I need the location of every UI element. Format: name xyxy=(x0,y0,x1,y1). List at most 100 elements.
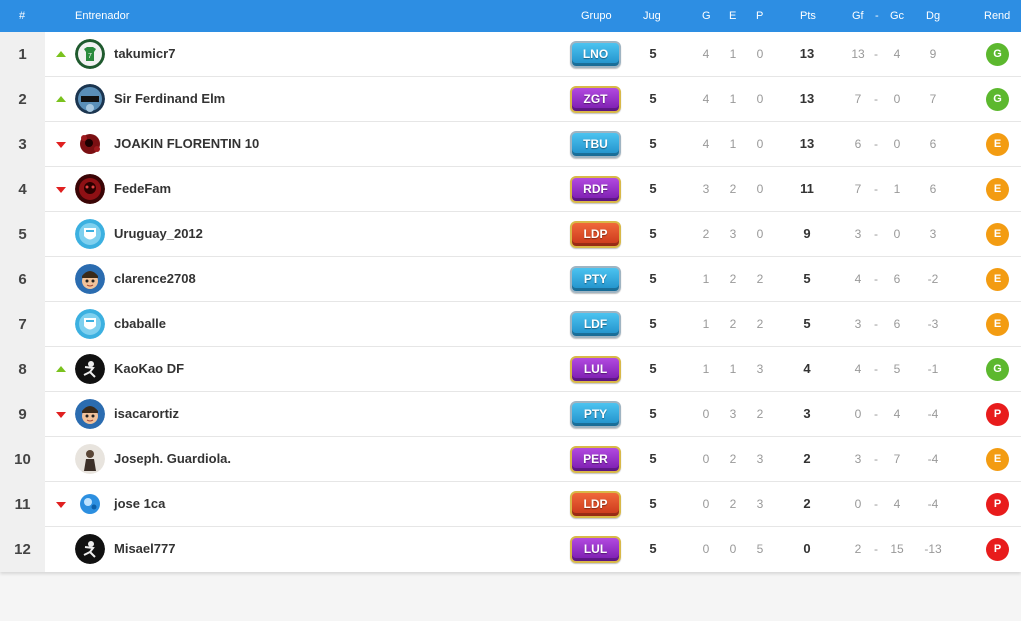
form-badge: G xyxy=(986,43,1009,66)
coach-name-link[interactable]: KaoKao DF xyxy=(114,361,184,376)
drawn-cell: 1 xyxy=(729,47,737,61)
points-cell: 2 xyxy=(803,451,811,466)
won-cell: 1 xyxy=(702,317,710,331)
played-cell: 5 xyxy=(649,181,657,196)
bw-figure-avatar-icon[interactable] xyxy=(75,354,105,384)
coach-name-link[interactable]: clarence2708 xyxy=(114,271,196,286)
header-won: G xyxy=(702,10,711,22)
group-badge[interactable]: LDP xyxy=(570,221,621,248)
points-cell: 9 xyxy=(803,226,811,241)
header-coach: Entrenador xyxy=(75,10,130,22)
form-badge: P xyxy=(986,493,1009,516)
table-body: 1 7 takumicr7 LNO 5 4 1 0 13 13-4 9 G 2 Sir Ferdinand… xyxy=(0,32,1021,572)
blue-swirl-avatar-icon[interactable] xyxy=(75,489,105,519)
coach-name-link[interactable]: FedeFam xyxy=(114,181,171,196)
goals-separator: - xyxy=(874,182,878,196)
table-row[interactable]: 1 7 takumicr7 LNO 5 4 1 0 13 13-4 9 G xyxy=(0,32,1021,77)
position-cell: 9 xyxy=(0,392,45,437)
goals-against-cell: 0 xyxy=(893,92,901,106)
coach-name-link[interactable]: JOAKIN FLORENTIN 10 xyxy=(114,136,259,151)
goal-diff-cell: -4 xyxy=(927,407,939,421)
table-row[interactable]: 4 FedeFam RDF 5 3 2 0 11 7- 1 6 E xyxy=(0,167,1021,212)
table-row[interactable]: 8 KaoKao DF LUL 5 1 1 3 4 4-5 -1 G xyxy=(0,347,1021,392)
bw-figure-avatar-icon[interactable] xyxy=(75,534,105,564)
position-cell: 3 xyxy=(0,122,45,167)
table-row[interactable]: 2 Sir Ferdinand Elm ZGT 5 4 1 0 13 7-0 7 G xyxy=(0,77,1021,122)
group-badge[interactable]: RDF xyxy=(570,176,621,203)
coach-name-link[interactable]: Joseph. Guardiola. xyxy=(114,451,231,466)
goals-for-cell: 3 xyxy=(854,317,862,331)
group-badge[interactable]: LNO xyxy=(570,41,621,68)
header-form: Rend xyxy=(984,10,1011,22)
group-badge[interactable]: ZGT xyxy=(570,86,621,113)
goals-for-cell: 3 xyxy=(854,452,862,466)
goals-separator: - xyxy=(874,92,878,106)
sky-crest-avatar-icon[interactable] xyxy=(75,219,105,249)
position-cell: 10 xyxy=(0,437,45,482)
form-badge: E xyxy=(986,448,1009,471)
goal-diff-cell: -2 xyxy=(927,272,939,286)
goals-separator: - xyxy=(874,272,878,286)
green-shirt-avatar-icon[interactable]: 7 xyxy=(75,39,105,69)
drawn-cell: 1 xyxy=(729,362,737,376)
coach-name-link[interactable]: Sir Ferdinand Elm xyxy=(114,91,225,106)
won-cell: 0 xyxy=(702,407,710,421)
table-row[interactable]: 5 Uruguay_2012 LDP 5 2 3 0 9 3-0 3 E xyxy=(0,212,1021,257)
goals-against-cell: 7 xyxy=(893,452,901,466)
goals-for-cell: 3 xyxy=(854,227,862,241)
form-badge: E xyxy=(986,268,1009,291)
form-badge: G xyxy=(986,358,1009,381)
played-cell: 5 xyxy=(649,406,657,421)
goal-diff-cell: -1 xyxy=(927,362,939,376)
group-badge[interactable]: PTY xyxy=(570,401,621,428)
sky-crest-avatar-icon[interactable] xyxy=(75,309,105,339)
table-row[interactable]: 9 isacarortiz PTY 5 0 3 2 3 0-4 -4 P xyxy=(0,392,1021,437)
coach-name-link[interactable]: takumicr7 xyxy=(114,46,175,61)
red-dark-avatar-icon[interactable] xyxy=(75,174,105,204)
group-badge[interactable]: LDF xyxy=(570,311,621,338)
goal-diff-cell: 3 xyxy=(929,227,937,241)
lost-cell: 3 xyxy=(756,452,764,466)
photo-person-avatar-icon[interactable] xyxy=(75,444,105,474)
cartoon-face-avatar-icon[interactable] xyxy=(75,399,105,429)
group-badge[interactable]: LDP xyxy=(570,491,621,518)
position-cell: 7 xyxy=(0,302,45,347)
goals-for-cell: 13 xyxy=(851,47,865,61)
coach-name-link[interactable]: cbaballe xyxy=(114,316,166,331)
group-badge[interactable]: PTY xyxy=(570,266,621,293)
table-row[interactable]: 6 clarence2708 PTY 5 1 2 2 5 4- 6 -2 E xyxy=(0,257,1021,302)
drawn-cell: 2 xyxy=(729,182,737,196)
group-badge[interactable]: TBU xyxy=(570,131,621,158)
won-cell: 4 xyxy=(702,137,710,151)
goals-separator: - xyxy=(874,542,878,556)
red-splatter-avatar-icon[interactable] xyxy=(75,129,105,159)
coach-name-link[interactable]: Uruguay_2012 xyxy=(114,226,203,241)
coach-name-link[interactable]: jose 1ca xyxy=(114,496,165,511)
goal-diff-cell: -4 xyxy=(927,452,939,466)
played-cell: 5 xyxy=(649,91,657,106)
points-cell: 13 xyxy=(799,91,815,106)
position-cell: 4 xyxy=(0,167,45,212)
group-badge[interactable]: PER xyxy=(570,446,621,473)
cartoon-face-avatar-icon[interactable] xyxy=(75,264,105,294)
group-badge[interactable]: LUL xyxy=(570,356,621,383)
coach-name-link[interactable]: isacarortiz xyxy=(114,406,179,421)
table-row[interactable]: 12 Misael777 LUL 5 0 0 5 0 2-15 -13 P xyxy=(0,527,1021,572)
won-cell: 4 xyxy=(702,47,710,61)
table-row[interactable]: 7 cbaballe LDF 5 1 2 2 5 3- 6 -3 E xyxy=(0,302,1021,347)
won-cell: 0 xyxy=(702,542,710,556)
group-badge[interactable]: LUL xyxy=(570,536,621,563)
won-cell: 4 xyxy=(702,92,710,106)
table-row[interactable]: 10 Joseph. Guardiola. PER 5 0 2 3 2 3-7 -4 E xyxy=(0,437,1021,482)
form-badge: E xyxy=(986,133,1009,156)
blue-crest-avatar-icon[interactable] xyxy=(75,84,105,114)
won-cell: 0 xyxy=(702,452,710,466)
table-row[interactable]: 3 JOAKIN FLORENTIN 10 TBU 5 4 1 0 13 6-0 6 E xyxy=(0,122,1021,167)
won-cell: 1 xyxy=(702,362,710,376)
points-cell: 11 xyxy=(800,181,814,196)
table-row[interactable]: 11 jose 1ca LDP 5 0 2 3 2 0-4 -4 P xyxy=(0,482,1021,527)
coach-name-link[interactable]: Misael777 xyxy=(114,541,175,556)
position-cell: 1 xyxy=(0,32,45,77)
goals-separator: - xyxy=(874,407,878,421)
goals-for-cell: 2 xyxy=(854,542,862,556)
